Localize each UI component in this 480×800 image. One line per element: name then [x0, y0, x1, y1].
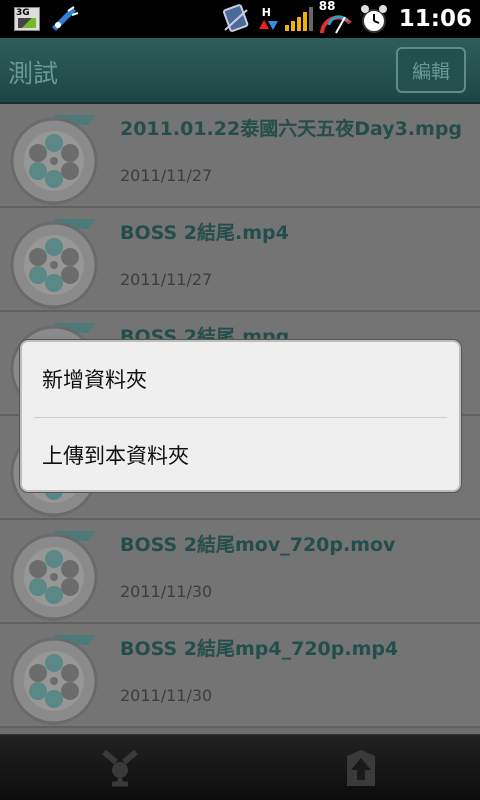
- upload-to-folder-menu-item[interactable]: 上傳到本資料夾: [22, 418, 459, 490]
- clock-time: 11:06: [398, 6, 472, 32]
- file-name: BOSS 2結尾.mp4: [120, 222, 289, 244]
- file-name: BOSS 2結尾mov_720p.mov: [120, 534, 396, 556]
- status-bar: 3G H 88 11:06: [0, 0, 480, 38]
- list-item[interactable]: 2011.01.22泰國六天五夜Day3.mpg 2011/11/27: [0, 104, 480, 208]
- share-button[interactable]: [95, 745, 145, 791]
- notification-icon: [222, 4, 249, 32]
- title-bar: 測試 編輯: [0, 38, 480, 104]
- hspa-transfer-icon: H: [257, 4, 279, 34]
- context-menu-dialog: 新增資料夾 上傳到本資料夾: [20, 340, 461, 492]
- data-type-label: H: [261, 6, 271, 19]
- film-reel-icon: [10, 635, 98, 725]
- file-name: 2011.01.22泰國六天五夜Day3.mpg: [120, 118, 463, 140]
- new-folder-menu-item[interactable]: 新增資料夾: [22, 342, 459, 416]
- file-date: 2011/11/27: [120, 270, 213, 289]
- film-reel-icon: [10, 115, 98, 205]
- film-reel-icon: [10, 219, 98, 309]
- usb-icon: [52, 6, 79, 31]
- edit-button[interactable]: 編輯: [396, 47, 466, 93]
- network-label: 3G: [16, 8, 30, 18]
- battery-level: 88: [318, 0, 336, 13]
- file-date: 2011/11/27: [120, 166, 213, 185]
- file-name: BOSS 2結尾mp4_720p.mp4: [120, 638, 399, 660]
- film-reel-icon: [10, 531, 98, 621]
- file-date: 2011/11/30: [120, 686, 213, 705]
- battery-gauge-icon: 88: [318, 0, 353, 35]
- share-icon: [102, 749, 138, 787]
- page-title: 測試: [8, 59, 59, 88]
- list-item[interactable]: BOSS 2結尾mov_720p.mov 2011/11/30: [0, 520, 480, 624]
- bottom-toolbar: [0, 734, 480, 800]
- upload-icon: [347, 750, 375, 786]
- signal-bars-icon: [284, 7, 313, 31]
- 3g-data-icon: 3G: [14, 7, 40, 31]
- upload-button[interactable]: [336, 745, 386, 791]
- list-item[interactable]: BOSS 2結尾mp4_720p.mp4 2011/11/30: [0, 624, 480, 728]
- file-date: 2011/11/30: [120, 582, 213, 601]
- alarm-clock-icon: [360, 5, 387, 33]
- list-item[interactable]: BOSS 2結尾.mp4 2011/11/27: [0, 208, 480, 312]
